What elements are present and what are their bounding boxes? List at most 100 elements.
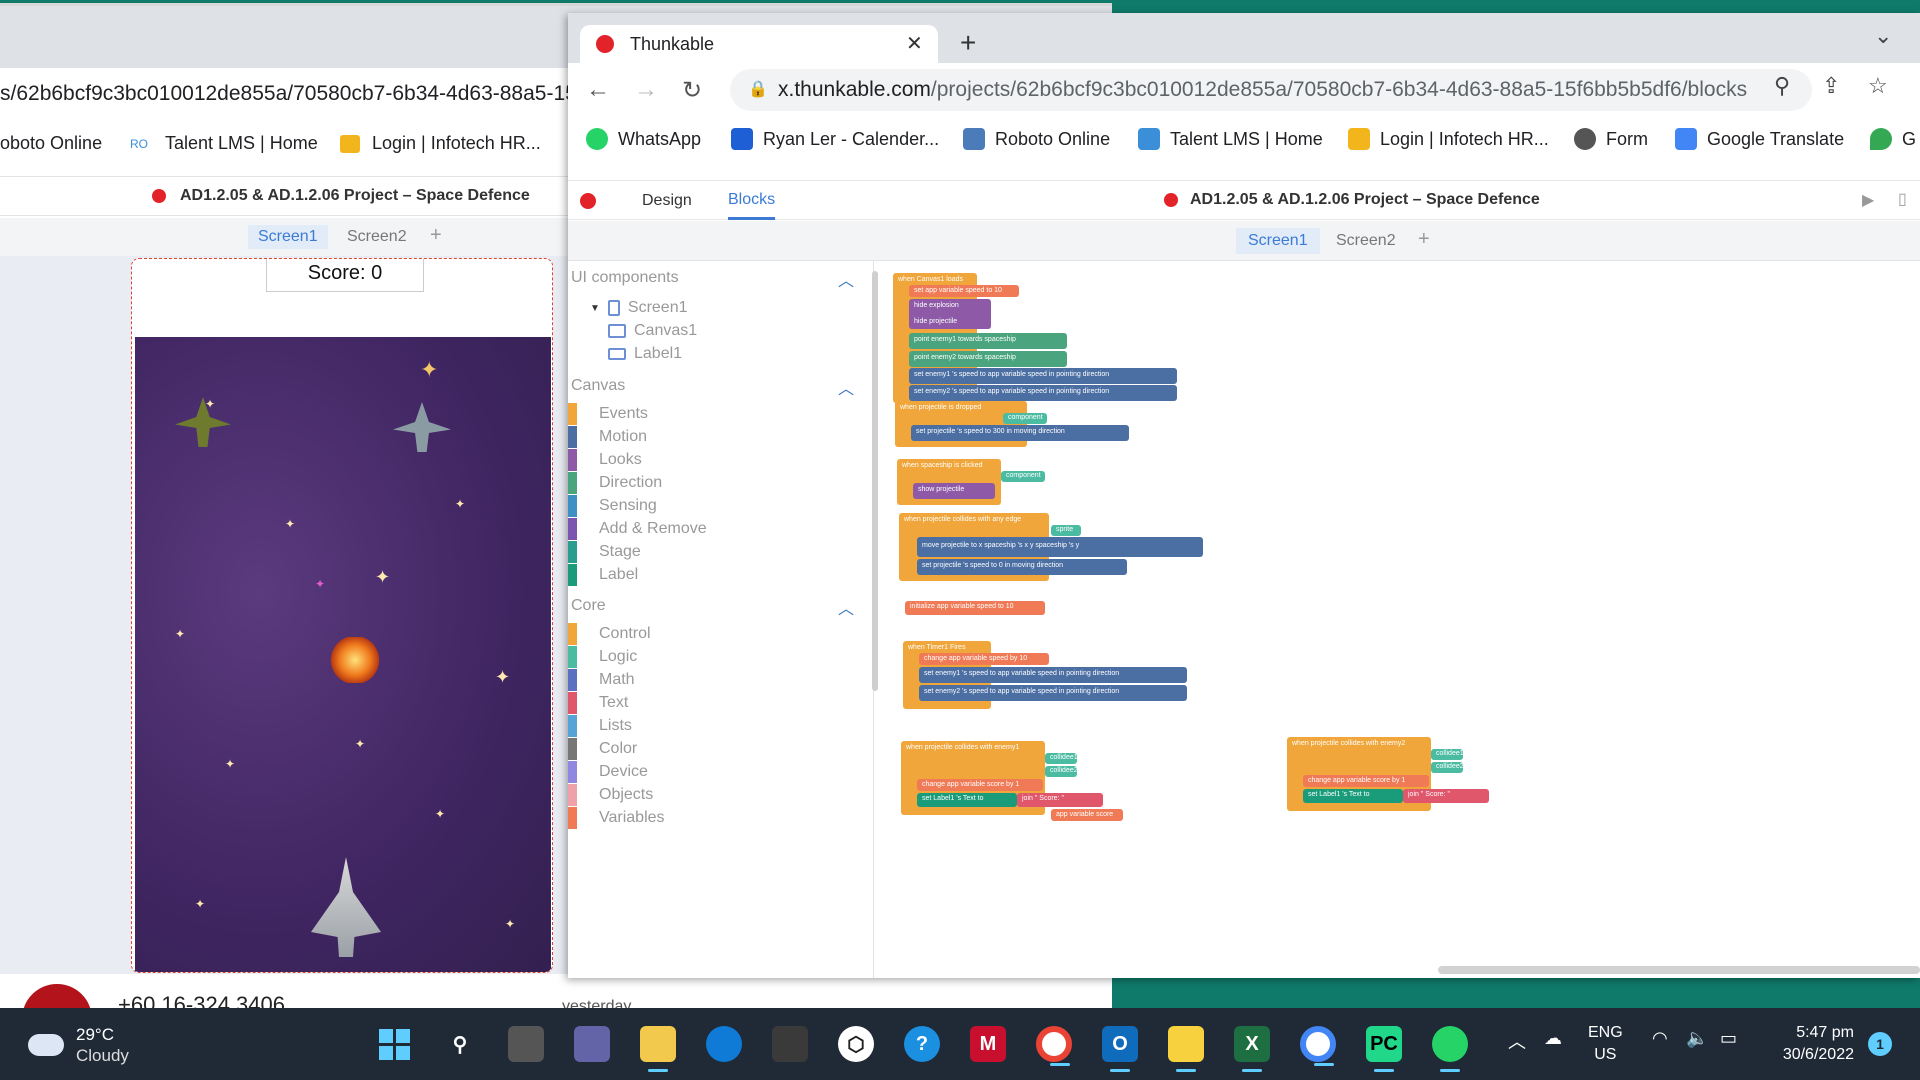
set-enemy1-speed-block[interactable]: set enemy1 's speed to app variable spee… (919, 667, 1187, 683)
show-projectile-block[interactable]: show projectile (913, 483, 995, 499)
set-enemy2-speed-block[interactable]: set enemy2 's speed to app variable spee… (919, 685, 1187, 701)
set-label-text-block[interactable]: set Label1 's Text to (1303, 789, 1403, 803)
category-logic[interactable]: Logic (568, 646, 637, 668)
browser-tab-thunkable[interactable]: Thunkable ✕ (580, 25, 938, 63)
palette-scrollbar[interactable] (872, 271, 878, 691)
category-color[interactable]: Color (568, 738, 637, 760)
join-text-block[interactable]: join " Score: " (1017, 793, 1103, 807)
move-projectile-block[interactable]: move projectile to x spaceship 's x y sp… (917, 537, 1203, 557)
bookmark-talent[interactable]: Talent LMS | Home (1138, 128, 1323, 150)
whatsapp-icon[interactable] (1432, 1026, 1468, 1072)
bookmark-whatsapp[interactable]: WhatsApp (586, 128, 701, 150)
blocks-workspace[interactable]: when Canvas1 loads set app variable spee… (883, 261, 1920, 978)
section-core[interactable]: Core (571, 597, 606, 615)
task-view-icon[interactable] (508, 1026, 544, 1062)
wifi-icon[interactable]: ◠ (1652, 1028, 1668, 1049)
battery-icon[interactable]: ▭ (1720, 1028, 1737, 1049)
edge-icon[interactable] (706, 1026, 742, 1062)
collidee2-param[interactable]: collidee2 (1431, 762, 1464, 773)
lock-icon[interactable]: 🔒 (748, 79, 768, 99)
bg-bookmark[interactable]: Talent LMS | Home (165, 133, 318, 154)
section-canvas[interactable]: Canvas (571, 377, 625, 395)
initialize-variable-block[interactable]: initialize app variable speed to 10 (905, 601, 1045, 615)
spaceship-sprite[interactable] (311, 857, 381, 957)
thunkable-logo-icon[interactable] (580, 193, 596, 209)
hide-projectile-block[interactable]: hide projectile (909, 315, 991, 329)
tree-screen1[interactable]: ▼ Screen1 (590, 299, 688, 317)
set-variable-block[interactable]: set app variable speed to 10 (909, 285, 1019, 297)
help-icon[interactable]: ? (904, 1026, 940, 1062)
collidee1-param[interactable]: collidee1 (1045, 753, 1078, 764)
join-text-block[interactable]: join " Score: " (1403, 789, 1489, 803)
point-enemy2-block[interactable]: point enemy2 towards spaceship (909, 351, 1067, 367)
bookmark-translate[interactable]: Google Translate (1675, 128, 1844, 150)
category-add-remove[interactable]: Add & Remove (568, 518, 707, 540)
tab-search-chevron-icon[interactable]: ⌄ (1874, 23, 1892, 49)
category-looks[interactable]: Looks (568, 449, 642, 471)
tab-screen1[interactable]: Screen1 (1236, 228, 1320, 254)
bg-bookmark[interactable]: oboto Online (0, 133, 102, 154)
category-sensing[interactable]: Sensing (568, 495, 657, 517)
collapse-chevron-icon[interactable]: ︿ (838, 375, 854, 399)
collapse-chevron-icon[interactable]: ︿ (838, 595, 854, 619)
collidee2-param[interactable]: collidee2 (1045, 766, 1078, 777)
close-tab-icon[interactable]: ✕ (906, 31, 923, 56)
set-enemy2-speed-block[interactable]: set enemy2 's speed to app variable spee… (909, 385, 1177, 401)
bg-tab-screen1[interactable]: Screen1 (248, 225, 328, 249)
category-motion[interactable]: Motion (568, 426, 647, 448)
change-score-block[interactable]: change app variable score by 1 (917, 779, 1043, 791)
bookmark-infotech[interactable]: Login | Infotech HR... (1348, 128, 1549, 150)
chrome-profile-icon[interactable] (1300, 1026, 1336, 1066)
outlook-icon[interactable]: O (1102, 1026, 1138, 1072)
explosion-sprite[interactable] (330, 637, 380, 683)
set-label-text-block[interactable]: set Label1 's Text to (917, 793, 1017, 807)
bookmark-form[interactable]: Form (1574, 128, 1648, 150)
category-lists[interactable]: Lists (568, 715, 632, 737)
point-enemy1-block[interactable]: point enemy1 towards spaceship (909, 333, 1067, 349)
zoom-icon[interactable]: ⚲ (1774, 73, 1790, 99)
enemy2-sprite[interactable] (393, 402, 451, 452)
category-label[interactable]: Label (568, 564, 638, 586)
change-score-block[interactable]: change app variable score by 1 (1303, 775, 1429, 787)
tree-canvas1[interactable]: Canvas1 (608, 322, 697, 340)
component-param[interactable]: component (1003, 413, 1047, 424)
tab-design[interactable]: Design (642, 192, 692, 210)
sticky-notes-icon[interactable] (1168, 1026, 1204, 1072)
weather-widget[interactable]: 29°C Cloudy (28, 1024, 129, 1066)
browser-window[interactable]: Thunkable ✕ + ⌄ ← → ↻ 🔒 x.thunkable.com/… (568, 13, 1920, 978)
category-direction[interactable]: Direction (568, 472, 662, 494)
forward-arrow-icon[interactable]: → (634, 76, 658, 104)
add-screen-button[interactable]: + (1418, 228, 1430, 251)
bg-tab-screen2[interactable]: Screen2 (347, 228, 407, 246)
score-label[interactable]: Score: 0 (266, 259, 424, 292)
clock[interactable]: 5:47 pm 30/6/2022 (1770, 1022, 1854, 1066)
file-explorer-icon[interactable] (640, 1026, 676, 1072)
section-ui-components[interactable]: UI components (571, 269, 679, 287)
bookmark-roboto[interactable]: Roboto Online (963, 128, 1110, 150)
teams-chat-icon[interactable] (574, 1026, 610, 1062)
address-bar[interactable]: 🔒 x.thunkable.com/projects/62b6bcf9c3bc0… (730, 69, 1812, 111)
category-text[interactable]: Text (568, 692, 628, 714)
bg-add-screen-button[interactable]: + (430, 224, 442, 247)
category-objects[interactable]: Objects (568, 784, 653, 806)
enemy1-sprite[interactable] (175, 397, 231, 447)
bg-bookmark[interactable]: Login | Infotech HR... (372, 133, 541, 154)
sprite-param[interactable]: sprite (1051, 525, 1081, 536)
share-icon[interactable]: ⇪ (1822, 73, 1840, 99)
collidee1-param[interactable]: collidee1 (1431, 749, 1464, 760)
tree-label1[interactable]: Label1 (608, 345, 682, 363)
new-tab-button[interactable]: + (960, 27, 976, 59)
speaker-icon[interactable]: 🔈 (1686, 1028, 1708, 1049)
store-icon[interactable] (772, 1026, 808, 1062)
category-stage[interactable]: Stage (568, 541, 641, 563)
excel-icon[interactable]: X (1234, 1026, 1270, 1072)
device-icon[interactable]: ▯ (1898, 189, 1907, 209)
chrome-icon[interactable] (1036, 1026, 1072, 1066)
bookmark-calendar[interactable]: Ryan Ler - Calender... (731, 128, 939, 150)
play-icon[interactable]: ▶ (1862, 190, 1874, 210)
category-events[interactable]: Events (568, 403, 648, 425)
tab-screen2[interactable]: Screen2 (1336, 232, 1396, 250)
app-icon[interactable]: ⬡ (838, 1026, 874, 1062)
workspace-scrollbar[interactable] (1438, 966, 1920, 974)
start-windows-icon[interactable] (376, 1026, 412, 1062)
